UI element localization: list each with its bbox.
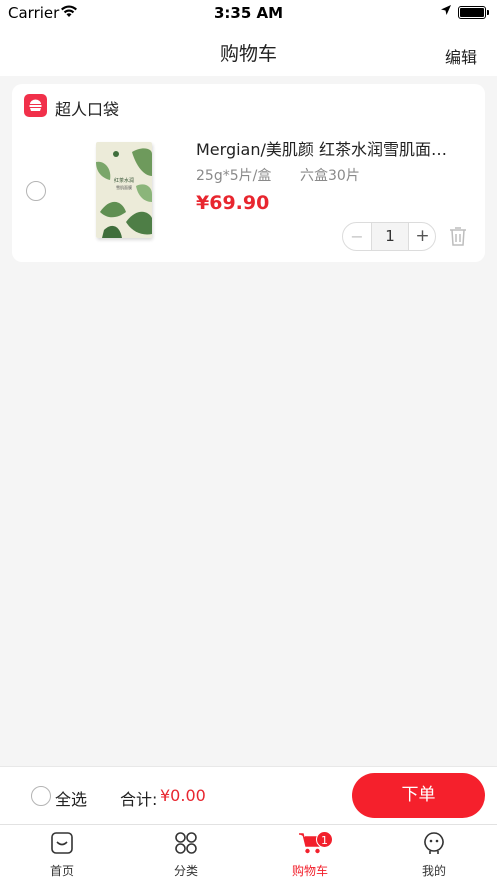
checkout-bar: 全选 合计: ¥0.00 下单 bbox=[0, 766, 497, 824]
shop-name: 超人口袋 bbox=[55, 100, 120, 119]
tab-home[interactable]: 首页 bbox=[0, 825, 124, 883]
quantity-value[interactable]: 1 bbox=[371, 223, 409, 250]
battery-icon bbox=[458, 6, 489, 19]
tab-label: 购物车 bbox=[291, 864, 328, 878]
select-all-label[interactable]: 全选 bbox=[55, 786, 87, 810]
total-label: 合计: bbox=[120, 790, 158, 809]
cart-count-badge: 1 bbox=[316, 831, 333, 848]
location-arrow-icon bbox=[440, 4, 452, 20]
total-value: ¥0.00 bbox=[160, 786, 206, 805]
tab-bar: 首页 分类 1 购物车 我的 bbox=[0, 824, 497, 883]
tab-profile[interactable]: 我的 bbox=[372, 825, 496, 883]
home-icon bbox=[50, 831, 74, 855]
product-price: ¥69.90 bbox=[196, 192, 270, 214]
status-bar: Carrier 3:35 AM bbox=[0, 0, 497, 26]
product-image-text-2: 雪肌面膜 bbox=[116, 184, 132, 190]
product-image[interactable]: 红茶水润 雪肌面膜 bbox=[96, 142, 152, 238]
product-spec-pack: 六盒30片 bbox=[300, 168, 360, 184]
tab-label: 我的 bbox=[421, 864, 446, 878]
product-spec-size: 25g*5片/盒 bbox=[196, 168, 272, 184]
quantity-stepper: − 1 + bbox=[342, 222, 436, 251]
profile-icon bbox=[422, 831, 446, 855]
shop-icon bbox=[24, 94, 47, 117]
category-icon bbox=[174, 831, 198, 855]
delete-icon[interactable] bbox=[449, 226, 467, 246]
product-image-text-1: 红茶水润 bbox=[114, 177, 134, 184]
increase-quantity-button[interactable]: + bbox=[409, 223, 436, 250]
page-title: 购物车 bbox=[219, 43, 277, 65]
edit-button[interactable]: 编辑 bbox=[445, 44, 477, 68]
tab-label: 分类 bbox=[173, 864, 198, 878]
item-select-checkbox[interactable] bbox=[26, 181, 46, 201]
tab-label: 首页 bbox=[49, 864, 74, 878]
tab-category[interactable]: 分类 bbox=[124, 825, 248, 883]
nav-bar: 购物车 编辑 bbox=[0, 26, 497, 76]
tab-cart[interactable]: 1 购物车 bbox=[248, 825, 372, 883]
select-all-checkbox[interactable] bbox=[31, 786, 51, 806]
place-order-button[interactable]: 下单 bbox=[352, 773, 485, 818]
decrease-quantity-button[interactable]: − bbox=[343, 223, 371, 250]
clock: 3:35 AM bbox=[213, 4, 284, 22]
shop-card: 超人口袋 红茶水润 雪肌面膜 Mergian/美肌颜 红茶水润雪肌面… 25g*… bbox=[12, 84, 485, 262]
product-title[interactable]: Mergian/美肌颜 红茶水润雪肌面… bbox=[196, 136, 471, 160]
